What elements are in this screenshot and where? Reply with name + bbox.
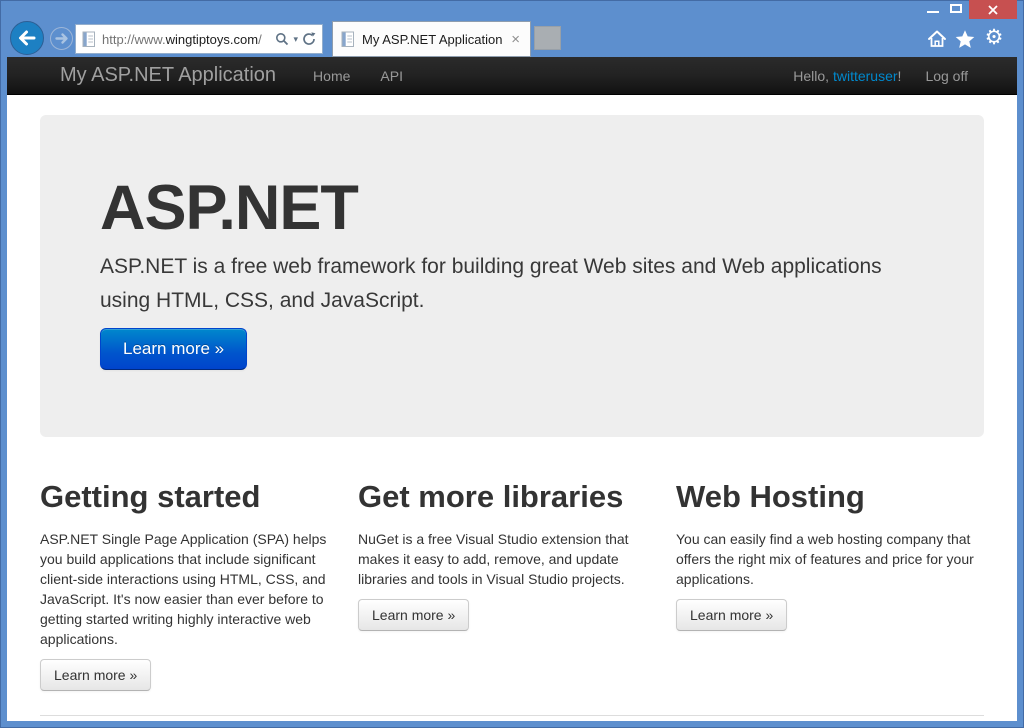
- home-icon: [927, 29, 947, 49]
- browser-back-button[interactable]: [10, 21, 44, 55]
- column-title: Web Hosting: [676, 477, 984, 517]
- column-text: NuGet is a free Visual Studio extension …: [358, 529, 666, 589]
- hero-unit: ASP.NET ASP.NET is a free web framework …: [40, 115, 984, 437]
- browser-window: http://www.wingtiptoys.com/ ▾ My ASP.NET…: [0, 0, 1024, 728]
- close-icon: [988, 5, 998, 15]
- hero-title: ASP.NET: [100, 172, 924, 244]
- nav-link-api[interactable]: API: [365, 68, 418, 84]
- browser-tab[interactable]: My ASP.NET Application ×: [332, 21, 531, 57]
- favorites-button[interactable]: [954, 29, 976, 49]
- gear-icon: ⚙: [985, 27, 1004, 48]
- greeting-text: Hello, twitteruser!: [793, 68, 901, 84]
- site-nav: Home API: [298, 68, 418, 84]
- account-nav: Hello, twitteruser! Log off: [793, 68, 984, 84]
- username-link[interactable]: twitteruser: [833, 68, 898, 84]
- back-arrow-icon: [14, 25, 40, 51]
- footer-divider: [40, 715, 984, 716]
- page-container: ASP.NET ASP.NET is a free web framework …: [40, 115, 984, 716]
- hero-description: ASP.NET is a free web framework for buil…: [100, 250, 924, 318]
- search-icon[interactable]: [275, 32, 289, 46]
- forward-arrow-icon: [53, 30, 70, 47]
- column-get-more-libraries: Get more libraries NuGet is a free Visua…: [358, 477, 666, 691]
- chevron-down-icon[interactable]: ▾: [293, 34, 298, 45]
- window-close-button[interactable]: [969, 0, 1017, 19]
- settings-button[interactable]: ⚙: [983, 27, 1005, 47]
- libraries-learn-more-button[interactable]: Learn more »: [358, 599, 469, 631]
- home-button[interactable]: [926, 29, 948, 49]
- page-viewport: My ASP.NET Application Home API Hello, t…: [7, 57, 1017, 721]
- nav-link-home[interactable]: Home: [298, 68, 365, 84]
- new-tab-button[interactable]: [534, 26, 561, 50]
- hero-learn-more-button[interactable]: Learn more »: [100, 328, 247, 370]
- window-minimize-button[interactable]: [927, 11, 939, 13]
- window-maximize-button[interactable]: [950, 4, 962, 13]
- site-navbar: My ASP.NET Application Home API Hello, t…: [7, 57, 1017, 95]
- address-bar[interactable]: http://www.wingtiptoys.com/ ▾: [75, 24, 323, 54]
- tab-title: My ASP.NET Application: [362, 32, 509, 47]
- page-icon: [82, 31, 96, 48]
- star-icon: [955, 29, 975, 49]
- page-icon: [341, 31, 355, 48]
- hosting-learn-more-button[interactable]: Learn more »: [676, 599, 787, 631]
- column-text: You can easily find a web hosting compan…: [676, 529, 984, 589]
- refresh-icon[interactable]: [302, 32, 316, 46]
- site-brand[interactable]: My ASP.NET Application: [40, 64, 276, 87]
- tab-close-button[interactable]: ×: [509, 32, 522, 47]
- column-title: Getting started: [40, 477, 348, 517]
- column-text: ASP.NET Single Page Application (SPA) he…: [40, 529, 348, 649]
- column-getting-started: Getting started ASP.NET Single Page Appl…: [40, 477, 348, 691]
- getting-started-learn-more-button[interactable]: Learn more »: [40, 659, 151, 691]
- browser-forward-button[interactable]: [50, 27, 73, 50]
- column-title: Get more libraries: [358, 477, 666, 517]
- logoff-link[interactable]: Log off: [925, 68, 984, 84]
- url-text: http://www.wingtiptoys.com/: [102, 32, 275, 47]
- column-web-hosting: Web Hosting You can easily find a web ho…: [676, 477, 984, 691]
- feature-columns: Getting started ASP.NET Single Page Appl…: [40, 477, 984, 691]
